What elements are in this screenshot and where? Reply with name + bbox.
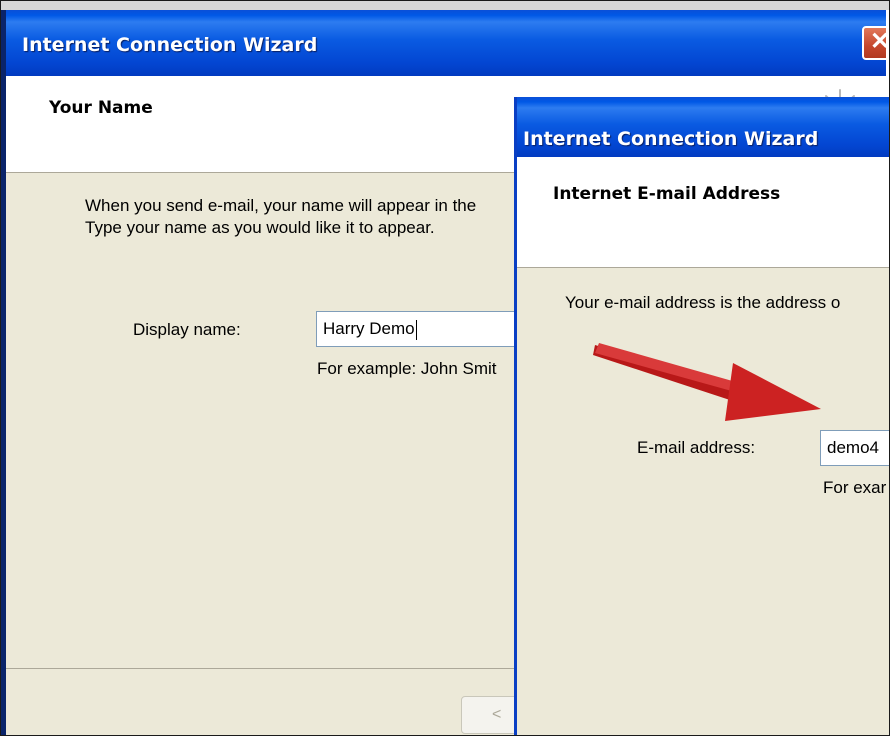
intro-text: When you send e-mail, your name will app… [85,195,476,239]
email-address-label: E-mail address: [637,438,756,457]
back-button[interactable]: < [461,696,521,734]
page-title-front: Internet E-mail Address [553,184,781,204]
window-title-front: Internet Connection Wizard [523,128,819,150]
title-bar-front[interactable]: Internet Connection Wizard [517,97,889,157]
display-name-value: Harry Demo [323,319,415,338]
screenshot-frame: Internet Connection Wizard ✕ Your Name W… [0,0,890,736]
title-bar[interactable]: Internet Connection Wizard ✕ [6,10,886,76]
email-address-example: For exar [823,478,887,497]
wizard-header-front: Internet E-mail Address [517,157,889,268]
email-address-field[interactable]: demo4 [820,430,889,466]
email-address-value: demo4 [827,438,879,457]
display-name-example: For example: John Smit [317,359,497,378]
background-strip [1,1,889,10]
close-button[interactable]: ✕ [862,26,886,60]
page-title: Your Name [49,98,153,118]
intro-line-2: Type your name as you would like it to a… [85,218,435,237]
intro-text-front: Your e-mail address is the address o [565,293,841,312]
close-icon: ✕ [870,28,886,55]
red-arrow-icon [593,343,821,421]
display-name-label: Display name: [133,320,241,339]
back-button-label: < [492,706,502,723]
window-title: Internet Connection Wizard [22,34,318,56]
intro-line-1: When you send e-mail, your name will app… [85,196,477,215]
text-caret [415,319,417,340]
display-name-field[interactable]: Harry Demo [316,311,546,347]
